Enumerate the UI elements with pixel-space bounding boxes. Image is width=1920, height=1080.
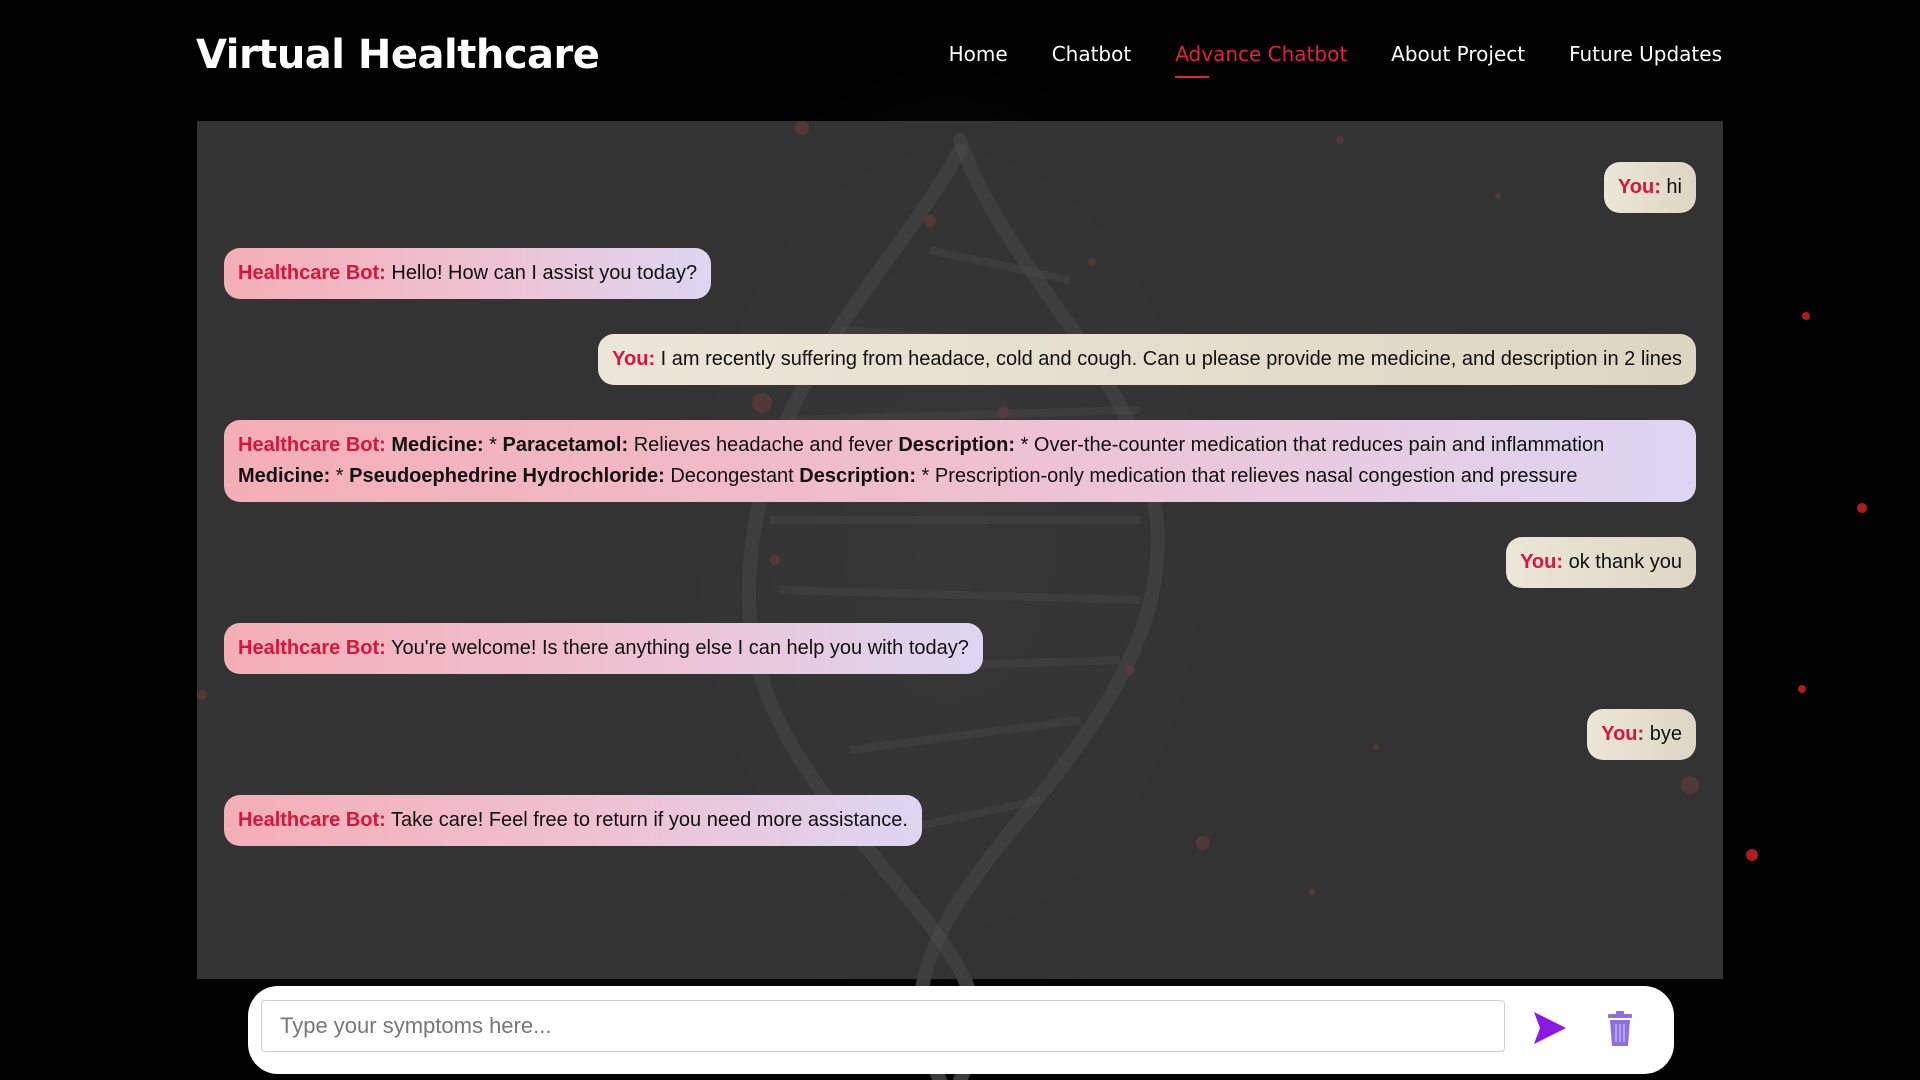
message-text: * Prescription-only medication that reli…	[915, 465, 1578, 487]
brand-title[interactable]: Virtual Healthcare	[196, 32, 600, 78]
description-label: Description:	[898, 434, 1016, 456]
bot-message: Healthcare Bot: Take care! Feel free to …	[224, 795, 922, 846]
description-label: Description:	[799, 465, 916, 487]
message-text: ok thank you	[1563, 551, 1682, 573]
chat-messages-panel[interactable]: You: hi Healthcare Bot: Hello! How can I…	[197, 121, 1723, 979]
message-text: hi	[1660, 176, 1682, 198]
navbar: Virtual Healthcare Home Chatbot Advance …	[0, 0, 1920, 120]
message-speaker: Healthcare Bot:	[238, 809, 386, 831]
nav-chatbot[interactable]: Chatbot	[1052, 42, 1132, 66]
message-text: * Over-the-counter medication that reduc…	[1015, 434, 1605, 456]
send-button[interactable]	[1530, 1008, 1570, 1048]
message-speaker: Healthcare Bot:	[238, 262, 386, 284]
nav-about-project[interactable]: About Project	[1391, 42, 1525, 66]
message-text: Relieves headache and fever	[628, 434, 899, 456]
active-nav-underline	[1175, 76, 1210, 78]
message-text: Take care! Feel free to return if you ne…	[385, 809, 908, 831]
message-speaker: You:	[1617, 176, 1661, 198]
nav-home[interactable]: Home	[949, 42, 1008, 66]
bot-message: Healthcare Bot: Medicine: * Paracetamol:…	[224, 420, 1696, 502]
message-text: *	[483, 434, 503, 456]
message-line-1: Healthcare Bot: Medicine: * Paracetamol:…	[238, 430, 1682, 461]
message-speaker: You:	[612, 348, 656, 370]
chat-input-bar	[248, 986, 1674, 1074]
bot-message: Healthcare Bot: You're welcome! Is there…	[224, 623, 983, 674]
user-message: You: ok thank you	[1506, 537, 1696, 588]
message-text: Hello! How can I assist you today?	[385, 262, 698, 284]
message-speaker: Healthcare Bot:	[238, 637, 386, 659]
clear-chat-button[interactable]	[1600, 1008, 1640, 1048]
medicine-name: Pseudoephedrine Hydrochloride:	[349, 465, 665, 487]
user-message: You: hi	[1603, 162, 1696, 213]
message-speaker: You:	[1601, 723, 1645, 745]
bot-message: Healthcare Bot: Hello! How can I assist …	[224, 248, 712, 299]
symptoms-input[interactable]	[261, 1000, 1505, 1052]
message-text: *	[330, 465, 350, 487]
message-speaker: You:	[1520, 551, 1564, 573]
message-text: Decongestant	[664, 465, 800, 487]
message-text: You're welcome! Is there anything else I…	[385, 637, 969, 659]
trash-icon	[1608, 1011, 1632, 1046]
message-text: I am recently suffering from headace, co…	[655, 348, 1682, 370]
nav-advance-chatbot-label: Advance Chatbot	[1175, 42, 1348, 66]
user-message: You: I am recently suffering from headac…	[598, 334, 1696, 385]
user-message: You: bye	[1587, 709, 1696, 760]
send-icon	[1534, 1012, 1566, 1044]
message-line-2: Medicine: * Pseudoephedrine Hydrochlorid…	[238, 461, 1682, 492]
nav-future-updates[interactable]: Future Updates	[1569, 42, 1722, 66]
medicine-name: Paracetamol:	[502, 434, 629, 456]
message-text: bye	[1644, 723, 1682, 745]
medicine-label: Medicine:	[391, 434, 484, 456]
nav-advance-chatbot[interactable]: Advance Chatbot	[1175, 42, 1348, 78]
nav-links: Home Chatbot Advance Chatbot About Proje…	[949, 42, 1722, 78]
message-speaker: Healthcare Bot:	[238, 434, 386, 456]
medicine-label: Medicine:	[238, 465, 331, 487]
